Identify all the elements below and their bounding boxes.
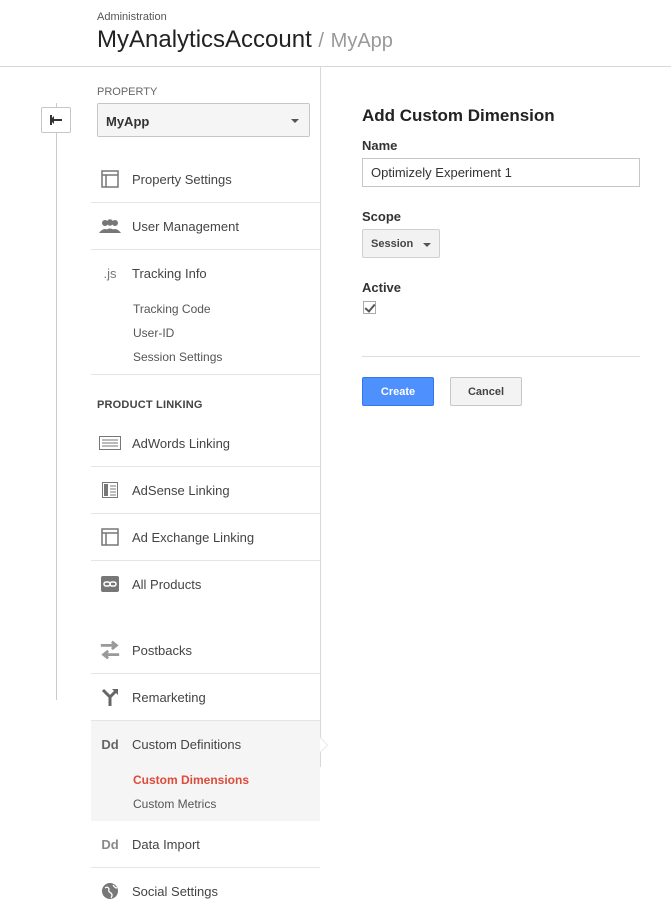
sidebar-item-adsense-linking[interactable]: AdSense Linking bbox=[91, 468, 320, 514]
sidebar-divider bbox=[320, 67, 321, 767]
scope-select-value: Session bbox=[371, 238, 414, 250]
sidebar-item-adwords-linking[interactable]: AdWords Linking bbox=[91, 421, 320, 467]
users-icon bbox=[99, 216, 121, 236]
page-header: Administration MyAnalyticsAccount / MyAp… bbox=[0, 0, 671, 67]
remarketing-icon bbox=[99, 687, 121, 707]
dd-icon: Dd bbox=[101, 836, 119, 852]
link-icon bbox=[99, 574, 121, 594]
sidebar-subitem-session-settings[interactable]: Session Settings bbox=[133, 350, 222, 364]
create-button[interactable]: Create bbox=[362, 377, 434, 406]
property-name[interactable]: MyApp bbox=[331, 30, 393, 52]
property-select-value: MyApp bbox=[106, 114, 150, 129]
sidebar-item-property-settings[interactable]: Property Settings bbox=[91, 157, 320, 203]
sidebar-item-label: Remarketing bbox=[132, 690, 206, 705]
dd-icon: Dd bbox=[101, 736, 119, 752]
checkmark-icon bbox=[364, 301, 376, 313]
active-label: Active bbox=[362, 280, 402, 295]
sidebar-item-label: Ad Exchange Linking bbox=[132, 530, 255, 545]
breadcrumb[interactable]: Administration bbox=[97, 11, 167, 23]
cancel-button[interactable]: Cancel bbox=[450, 377, 522, 406]
property-settings-icon bbox=[99, 169, 121, 189]
postbacks-icon bbox=[99, 640, 121, 660]
globe-icon bbox=[99, 881, 121, 901]
adsense-icon bbox=[99, 480, 121, 500]
back-button[interactable] bbox=[41, 107, 71, 133]
title-separator: / bbox=[318, 30, 324, 52]
form-divider bbox=[362, 356, 640, 357]
adwords-icon bbox=[99, 433, 121, 453]
sidebar-subitem-tracking-code[interactable]: Tracking Code bbox=[133, 302, 211, 316]
scope-label: Scope bbox=[362, 209, 402, 224]
sidebar-item-label: AdWords Linking bbox=[132, 436, 231, 451]
active-checkbox[interactable] bbox=[363, 301, 376, 314]
sidebar-item-label: AdSense Linking bbox=[132, 483, 230, 498]
sidebar-item-postbacks[interactable]: Postbacks bbox=[91, 628, 320, 674]
sidebar-item-label: Tracking Info bbox=[132, 266, 207, 281]
sidebar-item-user-management[interactable]: User Management bbox=[91, 204, 320, 250]
rail-line bbox=[56, 103, 57, 700]
chevron-down-icon bbox=[291, 119, 299, 123]
sidebar-item-label: Property Settings bbox=[132, 172, 232, 187]
sidebar-item-label: Data Import bbox=[132, 837, 200, 852]
sidebar-item-social-settings[interactable]: Social Settings bbox=[91, 869, 320, 915]
sidebar-item-label: Postbacks bbox=[132, 643, 192, 658]
form-title: Add Custom Dimension bbox=[362, 106, 555, 125]
sidebar-item-label: User Management bbox=[132, 219, 239, 234]
back-arrow-icon bbox=[50, 115, 62, 125]
sidebar-subitem-custom-metrics[interactable]: Custom Metrics bbox=[133, 797, 216, 811]
sidebar-subitem-custom-dimensions[interactable]: Custom Dimensions bbox=[133, 773, 249, 787]
scope-select[interactable]: Session bbox=[362, 229, 440, 258]
sidebar-item-remarketing[interactable]: Remarketing bbox=[91, 675, 320, 721]
js-icon: .js bbox=[103, 265, 117, 281]
sidebar-item-label: Custom Definitions bbox=[132, 737, 242, 752]
sidebar-item-all-products[interactable]: All Products bbox=[91, 562, 320, 608]
section-heading-product-linking: PRODUCT LINKING bbox=[97, 399, 203, 411]
property-label: PROPERTY bbox=[97, 86, 158, 98]
sidebar-item-label: Social Settings bbox=[132, 884, 218, 899]
account-name[interactable]: MyAnalyticsAccount bbox=[97, 26, 312, 53]
sidebar-subitem-user-id[interactable]: User-ID bbox=[133, 326, 174, 340]
sidebar-item-ad-exchange-linking[interactable]: Ad Exchange Linking bbox=[91, 515, 320, 561]
name-input[interactable] bbox=[362, 158, 640, 187]
sidebar-item-label: All Products bbox=[132, 577, 202, 592]
ad-exchange-icon bbox=[99, 527, 121, 547]
property-select[interactable]: MyApp bbox=[97, 103, 310, 137]
page-title: MyAnalyticsAccount / MyApp bbox=[97, 26, 393, 54]
sidebar-item-custom-definitions[interactable]: Dd Custom Definitions bbox=[91, 722, 320, 768]
sidebar-item-data-import[interactable]: Dd Data Import bbox=[91, 822, 320, 868]
chevron-down-icon bbox=[423, 243, 431, 247]
name-label: Name bbox=[362, 138, 398, 153]
